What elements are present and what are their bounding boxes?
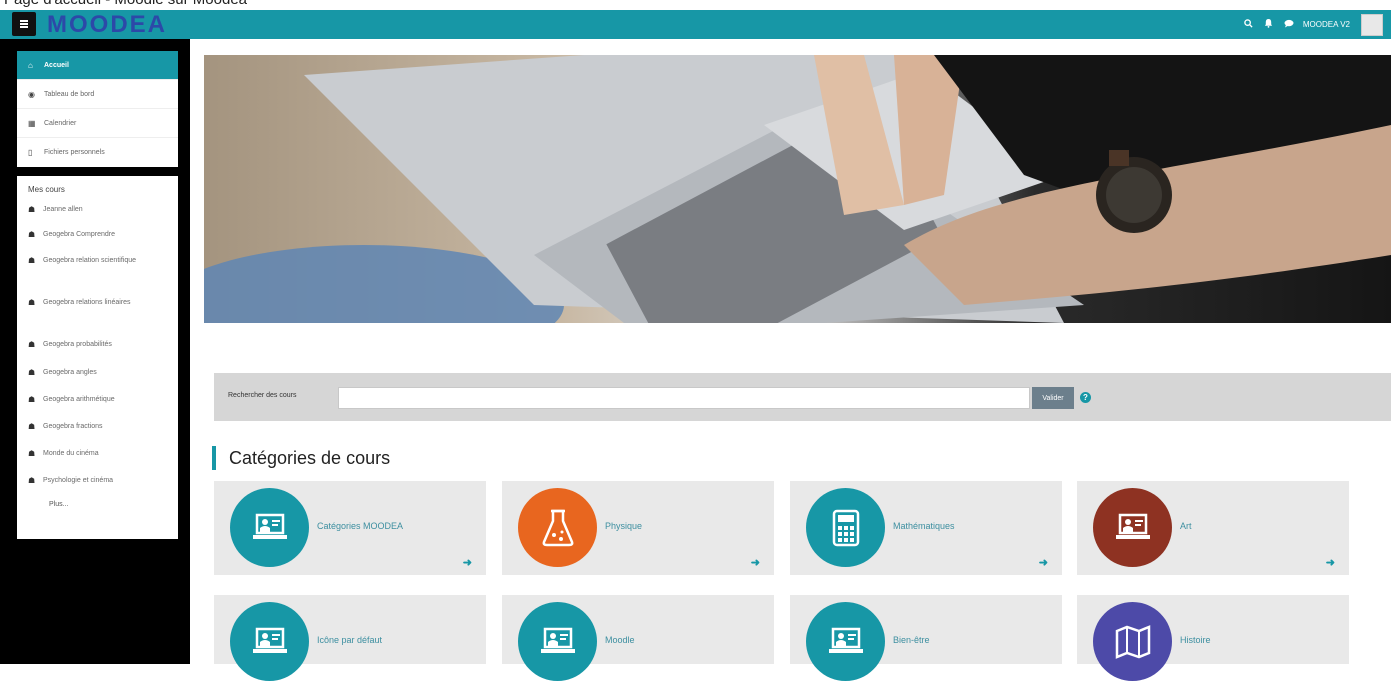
search-label: Rechercher des cours bbox=[228, 392, 297, 399]
graduation-cap-icon: ☗ bbox=[28, 449, 36, 458]
nav-item-label: Tableau de bord bbox=[44, 90, 95, 98]
category-card[interactable]: Bien-être bbox=[790, 595, 1062, 681]
classroom-icon bbox=[1115, 513, 1150, 539]
category-name: Physique bbox=[605, 521, 643, 531]
arrow-right-icon: ➜ bbox=[1038, 557, 1048, 569]
course-link[interactable]: ☗ Jeanne allen bbox=[17, 204, 178, 229]
nav-item-calendar[interactable]: ▦ Calendrier bbox=[17, 109, 178, 138]
category-name: Art bbox=[1180, 521, 1192, 531]
home-icon: ⌂ bbox=[28, 60, 33, 70]
navigation-block: ⌂ Accueil ◉ Tableau de bord ▦ Calendrier… bbox=[17, 51, 178, 167]
category-card[interactable]: Histoire bbox=[1077, 595, 1349, 681]
hero-banner-image bbox=[204, 55, 1391, 323]
search-icon[interactable] bbox=[1244, 18, 1253, 31]
graduation-cap-icon: ☗ bbox=[28, 340, 36, 349]
my-courses-title: Mes cours bbox=[28, 185, 65, 194]
category-icon-circle bbox=[1093, 488, 1172, 567]
category-card[interactable]: Mathématiques ➜ bbox=[790, 481, 1062, 575]
course-link[interactable]: ☗ Geogebra arithmétique bbox=[17, 394, 178, 421]
calendar-icon: ▦ bbox=[28, 118, 36, 128]
arrow-right-icon: ➜ bbox=[1325, 557, 1335, 569]
more-courses-link[interactable]: Plus... bbox=[17, 501, 178, 508]
category-icon-circle bbox=[1093, 602, 1172, 681]
graduation-cap-icon: ☗ bbox=[28, 205, 36, 214]
graduation-cap-icon: ☗ bbox=[28, 476, 36, 485]
course-link[interactable]: ☗ Geogebra angles bbox=[17, 367, 178, 394]
classroom-icon bbox=[828, 627, 863, 653]
course-link[interactable]: ☗ Geogebra relations linéaires bbox=[17, 297, 137, 339]
hamburger-menu-button[interactable] bbox=[12, 12, 36, 36]
search-submit-button[interactable]: Valider bbox=[1032, 387, 1074, 409]
map-icon bbox=[1115, 624, 1150, 659]
navbar-right: MOODEA V2 bbox=[1244, 13, 1383, 36]
left-drawer: ⌂ Accueil ◉ Tableau de bord ▦ Calendrier… bbox=[0, 39, 190, 664]
category-name: Histoire bbox=[1180, 635, 1211, 645]
course-link[interactable]: ☗ Geogebra Comprendre bbox=[17, 229, 178, 255]
search-input[interactable] bbox=[338, 387, 1030, 409]
category-name: Icône par défaut bbox=[317, 635, 383, 645]
category-icon-circle bbox=[230, 488, 309, 567]
category-name: Mathématiques bbox=[893, 521, 955, 531]
flask-icon bbox=[542, 509, 573, 546]
nav-item-home[interactable]: ⌂ Accueil bbox=[17, 51, 178, 80]
classroom-icon bbox=[252, 627, 287, 653]
graduation-cap-icon: ☗ bbox=[28, 230, 36, 239]
category-card[interactable]: Art ➜ bbox=[1077, 481, 1349, 575]
course-link[interactable]: ☗ Psychologie et cinéma bbox=[17, 475, 178, 501]
user-menu-name[interactable]: MOODEA V2 bbox=[1303, 20, 1350, 29]
nav-item-label: Accueil bbox=[44, 61, 69, 69]
category-icon-circle bbox=[806, 602, 885, 681]
avatar[interactable] bbox=[1361, 13, 1383, 36]
nav-item-label: Calendrier bbox=[44, 119, 77, 127]
category-icon-circle bbox=[230, 602, 309, 681]
category-card[interactable]: Physique ➜ bbox=[502, 481, 774, 575]
top-navbar: MOODEA MOODEA V2 bbox=[0, 10, 1391, 39]
course-link[interactable]: ☗ Geogebra relation scientifique bbox=[17, 255, 137, 297]
course-link[interactable]: ☗ Geogebra probabilités bbox=[17, 339, 178, 367]
file-icon: ▯ bbox=[28, 148, 33, 157]
graduation-cap-icon: ☗ bbox=[28, 422, 36, 431]
window-caption: Page d'accueil - Moodle sur Moodea bbox=[0, 0, 1391, 10]
category-icon-circle bbox=[806, 488, 885, 567]
bell-icon[interactable] bbox=[1264, 18, 1273, 31]
graduation-cap-icon: ☗ bbox=[28, 368, 36, 377]
graduation-cap-icon: ☗ bbox=[28, 256, 36, 265]
my-courses-block: Mes cours ☗ Jeanne allen ☗ Geogebra Comp… bbox=[17, 176, 178, 539]
categories-heading: Catégories de cours bbox=[212, 446, 390, 470]
calculator-icon bbox=[832, 509, 859, 546]
category-name: Moodle bbox=[605, 635, 635, 645]
classroom-icon bbox=[540, 627, 575, 653]
category-icon-circle bbox=[518, 488, 597, 567]
graduation-cap-icon: ☗ bbox=[28, 395, 36, 404]
course-search-form: Rechercher des cours Valider ? bbox=[214, 373, 1391, 421]
course-link[interactable]: ☗ Monde du cinéma bbox=[17, 448, 178, 475]
category-name: Catégories MOODEA bbox=[317, 521, 404, 531]
graduation-cap-icon: ☗ bbox=[28, 298, 36, 307]
dashboard-icon: ◉ bbox=[28, 89, 35, 99]
course-link[interactable]: ☗ Geogebra fractions bbox=[17, 421, 178, 448]
category-card[interactable]: Moodle bbox=[502, 595, 774, 681]
category-name: Bien-être bbox=[893, 635, 930, 645]
nav-item-private-files[interactable]: ▯ Fichiers personnels bbox=[17, 138, 178, 167]
help-icon[interactable]: ? bbox=[1080, 392, 1091, 403]
chat-icon[interactable] bbox=[1284, 19, 1294, 31]
nav-item-dashboard[interactable]: ◉ Tableau de bord bbox=[17, 80, 178, 109]
category-icon-circle bbox=[518, 602, 597, 681]
arrow-right-icon: ➜ bbox=[462, 557, 472, 569]
nav-item-label: Fichiers personnels bbox=[44, 149, 105, 156]
category-card[interactable]: Catégories MOODEA ➜ bbox=[214, 481, 486, 575]
arrow-right-icon: ➜ bbox=[750, 557, 760, 569]
category-card[interactable]: Icône par défaut bbox=[214, 595, 486, 681]
classroom-icon bbox=[252, 513, 287, 539]
brand-logo[interactable]: MOODEA bbox=[47, 11, 167, 39]
